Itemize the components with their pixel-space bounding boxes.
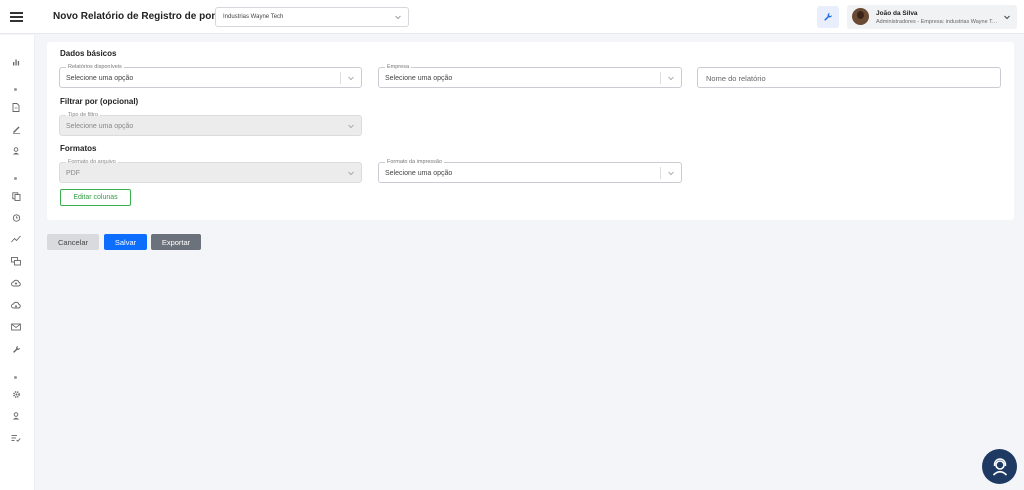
company-select-value: Selecione uma opção xyxy=(385,75,453,82)
print-format-select[interactable]: Formato da impressão Selecione uma opção xyxy=(378,158,682,183)
company-selector[interactable]: Industrias Wayne Tech xyxy=(215,7,409,27)
print-format-value: Selecione uma opção xyxy=(385,170,453,177)
wrench-icon[interactable] xyxy=(10,343,22,355)
gear-icon[interactable] xyxy=(10,388,22,400)
mail-icon[interactable] xyxy=(10,321,22,333)
company-select-label: Empresa xyxy=(385,63,412,71)
report-select-label: Relatórios disponíveis xyxy=(66,63,124,71)
menu-icon[interactable] xyxy=(10,12,23,22)
alarm-clock-icon[interactable] xyxy=(10,211,22,223)
divider xyxy=(660,72,661,84)
sidebar xyxy=(0,35,35,490)
copy-icon[interactable] xyxy=(10,190,22,202)
divider xyxy=(340,72,341,84)
wrench-icon xyxy=(824,13,832,21)
report-name-input[interactable]: Nome do relatório xyxy=(697,67,1001,88)
chevron-down-icon xyxy=(348,76,354,81)
file-format-label: Formato do arquivo xyxy=(66,158,118,166)
report-name-placeholder: Nome do relatório xyxy=(706,74,766,83)
pen-icon[interactable] xyxy=(10,123,22,135)
company-selector-value: Industrias Wayne Tech xyxy=(223,14,284,20)
sidebar-divider-dot xyxy=(14,88,17,91)
user-name: João da Silva xyxy=(876,10,918,17)
cloud-upload-icon[interactable] xyxy=(10,277,22,289)
filter-type-label: Tipo de filtro xyxy=(66,111,101,119)
user-icon[interactable] xyxy=(10,145,22,157)
document-icon[interactable] xyxy=(10,101,22,113)
print-format-label: Formato da impressão xyxy=(385,158,445,166)
chevron-down-icon xyxy=(668,76,674,81)
checklist-icon[interactable] xyxy=(10,432,22,444)
report-select[interactable]: Relatórios disponíveis Selecione uma opç… xyxy=(59,63,362,88)
chat-icon[interactable] xyxy=(10,255,22,267)
edit-columns-button[interactable]: Editar colunas xyxy=(60,189,131,206)
report-select-value: Selecione uma opção xyxy=(66,75,134,82)
sidebar-divider-dot xyxy=(14,177,17,180)
filter-type-value: Selecione uma opção xyxy=(66,123,134,130)
chevron-down-icon xyxy=(348,124,354,129)
cloud-download-icon[interactable] xyxy=(10,299,22,311)
company-select[interactable]: Empresa Selecione uma opção xyxy=(378,63,682,88)
support-agent-icon xyxy=(992,457,1007,476)
formats-title: Formatos xyxy=(60,144,97,153)
page-title: Novo Relatório de Registro de ponto xyxy=(53,11,227,22)
bar-chart-icon[interactable] xyxy=(10,56,22,68)
top-bar: Novo Relatório de Registro de ponto Indu… xyxy=(0,0,1024,34)
chevron-down-icon xyxy=(668,171,674,176)
file-format-select[interactable]: Formato do arquivo PDF xyxy=(59,158,362,183)
sidebar-divider-dot xyxy=(14,376,17,379)
filter-type-select[interactable]: Tipo de filtro Selecione uma opção xyxy=(59,111,362,136)
save-button[interactable]: Salvar xyxy=(104,234,147,250)
trend-line-icon[interactable] xyxy=(10,233,22,245)
user-role: Administradores - Empresa: industrias Wa… xyxy=(876,19,998,25)
chevron-down-icon xyxy=(1004,15,1010,20)
cancel-button[interactable]: Cancelar xyxy=(47,234,99,250)
chevron-down-icon xyxy=(348,171,354,176)
avatar xyxy=(852,8,869,25)
file-format-value: PDF xyxy=(66,170,80,177)
user-menu[interactable]: João da Silva Administradores - Empresa:… xyxy=(847,5,1017,29)
export-button[interactable]: Exportar xyxy=(151,234,201,250)
chevron-down-icon xyxy=(395,15,401,20)
tools-button[interactable] xyxy=(817,6,839,28)
basic-data-title: Dados básicos xyxy=(60,49,117,58)
user-icon[interactable] xyxy=(10,410,22,422)
help-button[interactable] xyxy=(982,449,1017,484)
divider xyxy=(660,167,661,179)
filter-title: Filtrar por (opcional) xyxy=(60,97,139,106)
